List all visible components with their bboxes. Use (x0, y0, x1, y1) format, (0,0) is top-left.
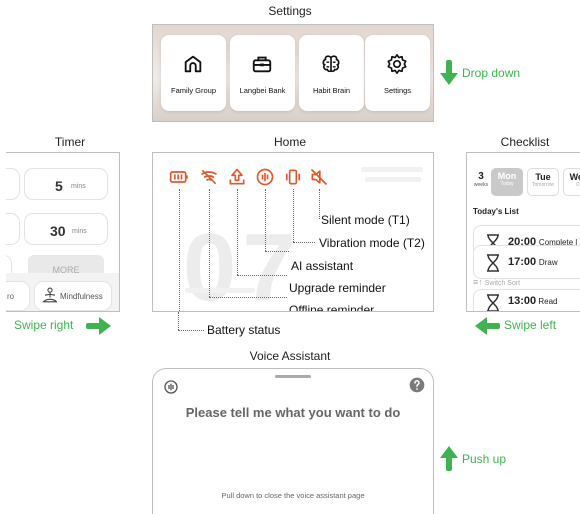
task-name: Read (536, 297, 558, 306)
settings-panel: Family Group Langbei Bank Habit Brain Se… (152, 24, 434, 122)
battery-icon (169, 171, 188, 183)
annotation-offline: Offline reminder (289, 303, 375, 312)
task-item[interactable]: 17:00 Draw (473, 245, 580, 279)
hourglass-icon (487, 254, 499, 272)
task-time: 13:00 (508, 295, 537, 307)
home-title: Home (273, 135, 306, 149)
annotation-upgrade: Upgrade reminder (289, 281, 386, 295)
voice-panel: Please tell me what you want to do Pull … (152, 368, 434, 514)
ai-assistant-icon (256, 168, 274, 186)
annotation-battery: Battery status (207, 323, 281, 337)
tile-label: Langbei Bank (239, 86, 286, 95)
weeks-counter: 3 weeks (473, 171, 489, 188)
meditation-icon (42, 287, 58, 303)
tile-family-group[interactable]: Family Group (161, 35, 226, 111)
home-icon (184, 55, 202, 73)
drop-down-hint: Drop down (462, 66, 521, 80)
tile-label: Habit Brain (312, 86, 351, 95)
settings-title: Settings (268, 4, 312, 18)
voice-prompt: Please tell me what you want to do (185, 405, 401, 420)
voice-close-hint: Pull down to close the voice assistant p… (221, 491, 365, 500)
tile-langbei-bank[interactable]: Langbei Bank (230, 35, 295, 111)
day-mon[interactable]: Mon Today (491, 168, 523, 196)
timer-option-30[interactable]: 30 mins (24, 213, 108, 245)
ai-assistant-icon (164, 380, 178, 394)
tile-label: Family Group (170, 86, 216, 95)
annotation-silent: Silent mode (T1) (321, 213, 410, 227)
timer-title: Timer (54, 135, 86, 149)
voice-title: Voice Assistant (249, 349, 331, 363)
tile-label: Settings (383, 86, 412, 95)
annotation-vibration: Vibration mode (T2) (319, 236, 425, 250)
vibration-icon (285, 169, 301, 185)
drag-handle[interactable] (275, 375, 311, 378)
checklist-title: Checklist (500, 135, 550, 149)
help-icon[interactable] (409, 377, 425, 393)
push-up-hint: Push up (462, 452, 507, 466)
timer-option-5[interactable]: 5 mins (24, 168, 108, 200)
gear-icon (387, 54, 407, 74)
mindfulness-button[interactable]: Mindfulness (34, 281, 112, 311)
timer-panel: 5 mins 30 mins MORE ro Mindfulness (6, 152, 120, 312)
task-item[interactable]: 13:00 Read (473, 289, 580, 311)
arrow-down-icon (440, 60, 458, 85)
tile-habit-brain[interactable]: Habit Brain (299, 35, 364, 111)
bank-icon (252, 56, 272, 73)
hourglass-icon (487, 294, 499, 311)
annotation-ai: AI assistant (291, 259, 354, 273)
arrow-right-icon (86, 317, 111, 335)
brain-icon (322, 55, 340, 73)
day-wed[interactable]: Wed 01 (563, 168, 580, 196)
todays-list-title: Today's List (473, 207, 519, 216)
upload-icon (229, 168, 245, 185)
checklist-panel: 3 weeks Mon Today Tue Tomorrow Wed 01 To… (466, 152, 580, 312)
arrow-up-icon (440, 446, 458, 471)
mute-icon (310, 168, 328, 186)
day-tue[interactable]: Tue Tomorrow (527, 168, 559, 196)
arrow-left-icon (475, 317, 500, 335)
timer-mode-cut[interactable]: ro (6, 281, 30, 311)
tile-settings[interactable]: Settings (365, 35, 430, 111)
swipe-left-hint: Swipe left (504, 318, 557, 332)
wifi-off-icon (200, 169, 218, 185)
home-panel: 07 30 S (152, 152, 434, 312)
switch-sort-button[interactable]: ≡↑ Switch Sort (473, 277, 520, 287)
sort-icon: ≡↑ (473, 277, 483, 287)
swipe-right-hint: Swipe right (14, 318, 74, 332)
